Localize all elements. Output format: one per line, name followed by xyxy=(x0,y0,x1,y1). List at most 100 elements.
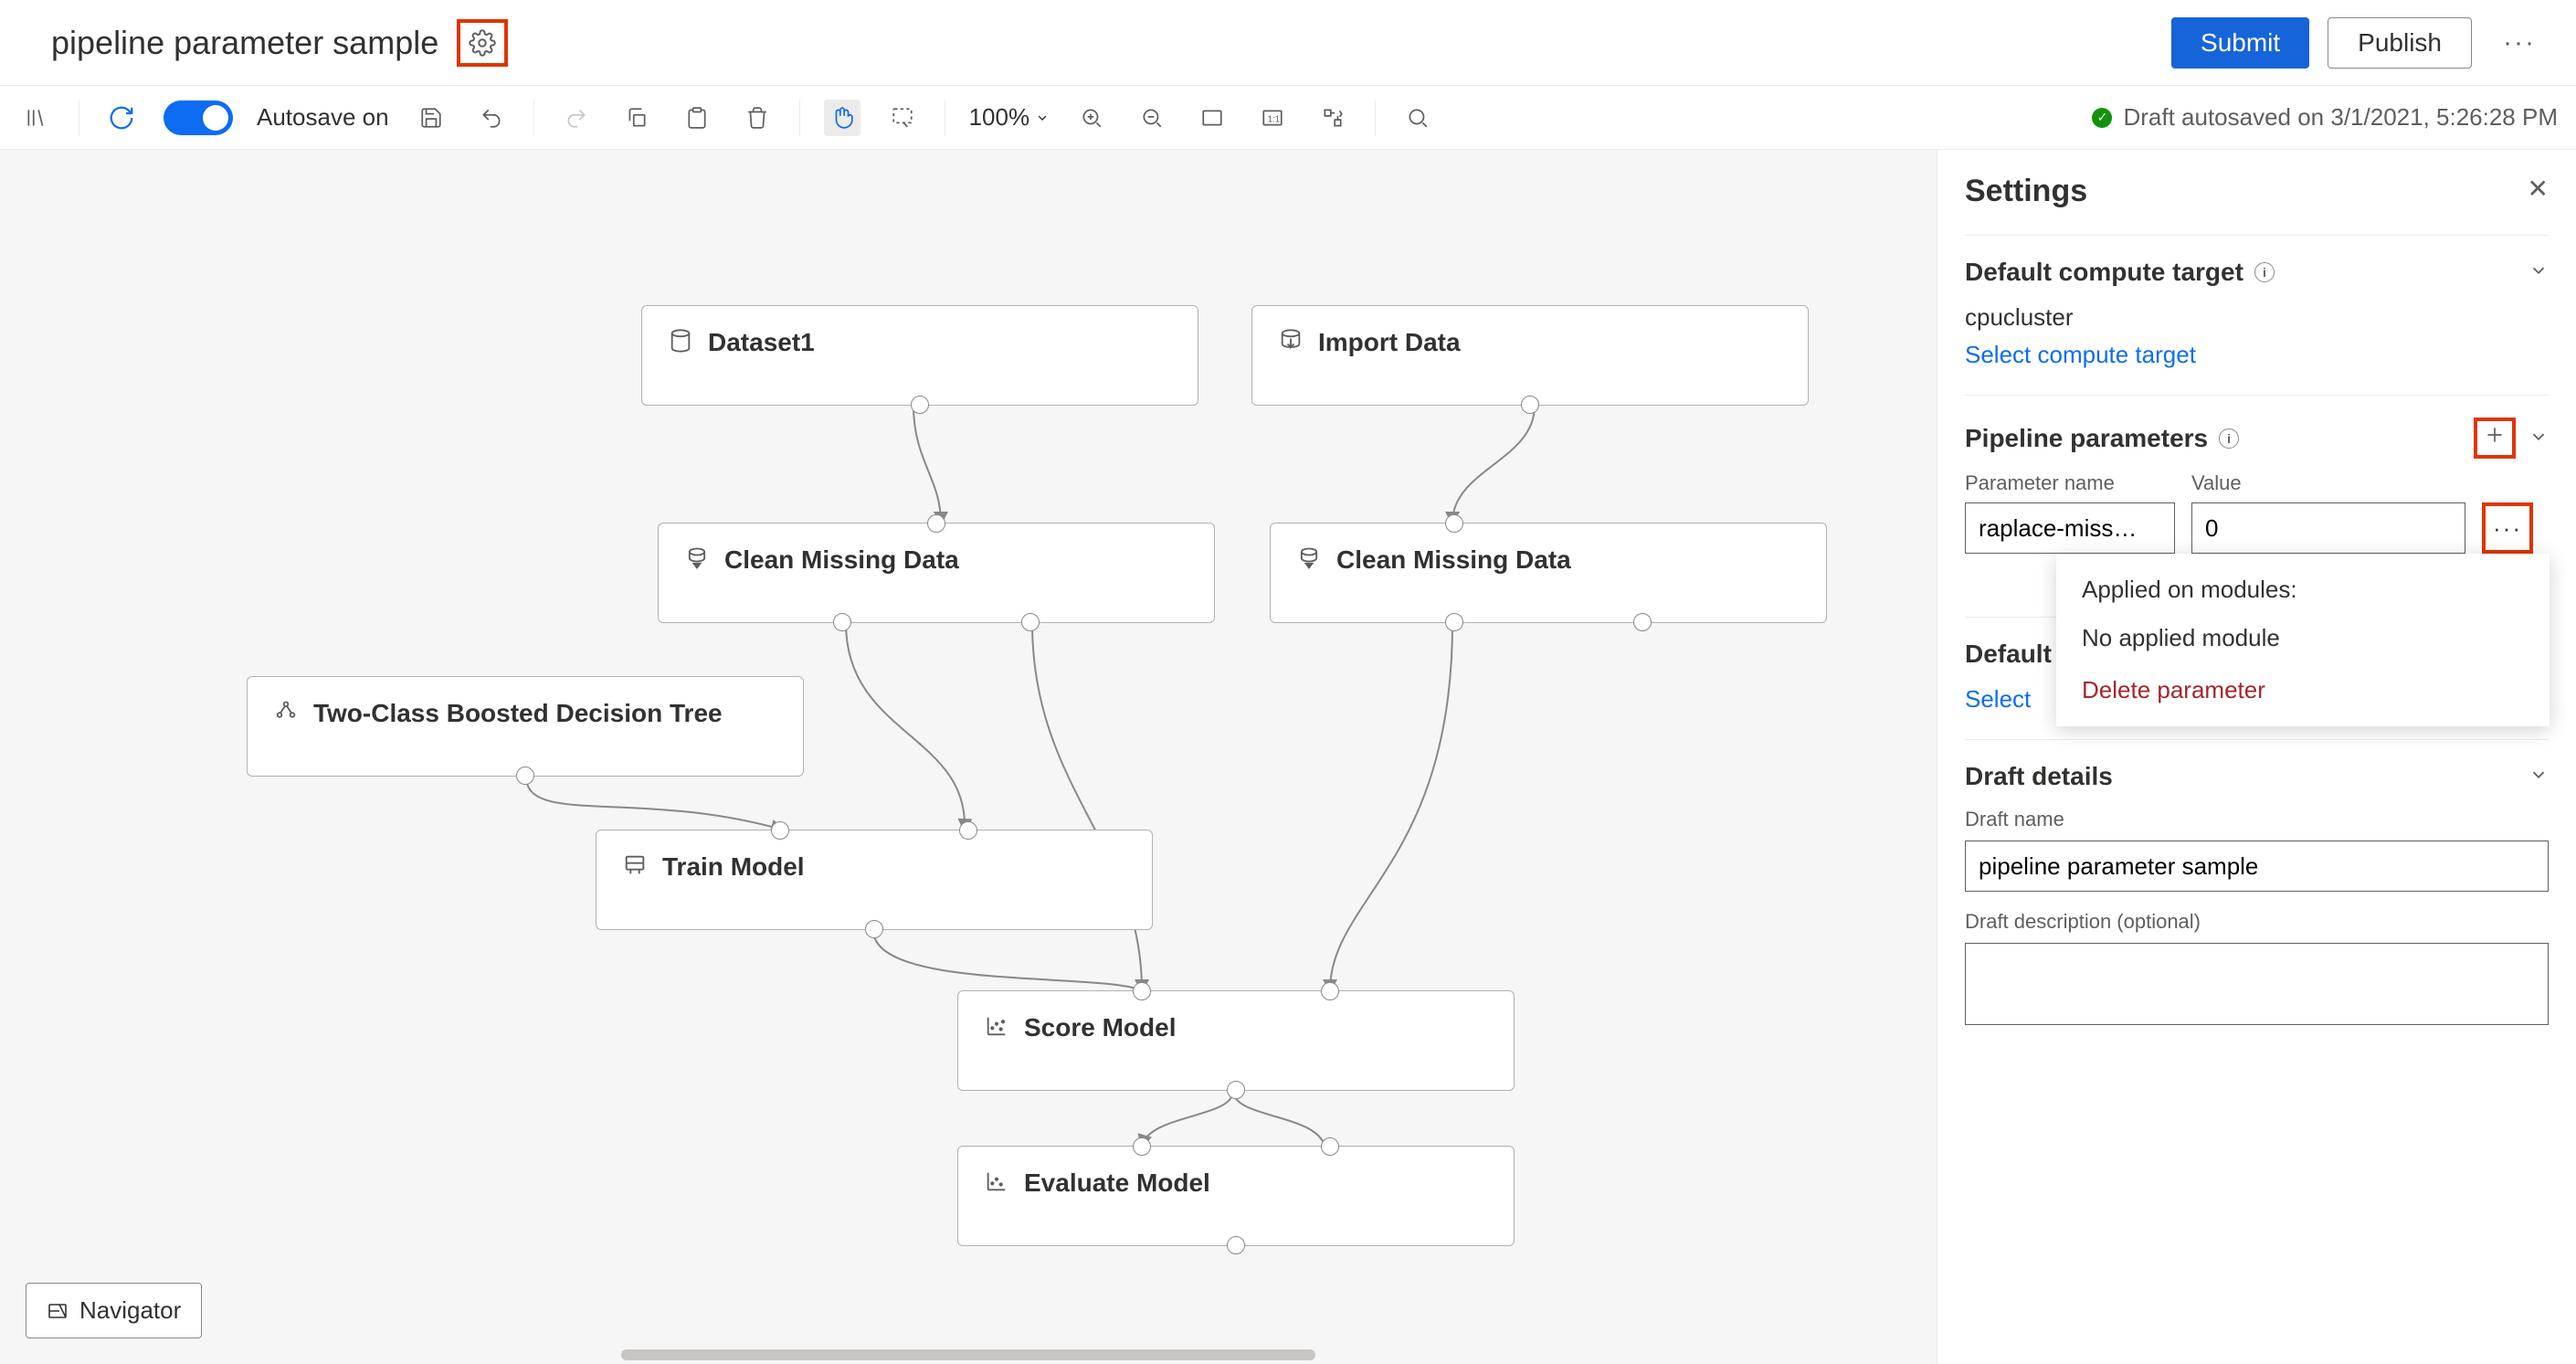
database-icon xyxy=(668,328,693,356)
search-icon[interactable] xyxy=(1399,100,1436,136)
compute-value: cpucluster xyxy=(1965,303,2549,332)
plus-icon[interactable] xyxy=(2483,423,2507,453)
node-dataset1[interactable]: Dataset1 xyxy=(641,305,1198,406)
section-title: Default xyxy=(1965,640,2052,669)
port-out[interactable] xyxy=(1521,396,1539,414)
port-out[interactable] xyxy=(911,396,929,414)
refresh-icon[interactable] xyxy=(103,100,140,136)
param-name-input[interactable] xyxy=(1965,502,2175,554)
fit-icon[interactable] xyxy=(1194,100,1230,136)
pipeline-canvas[interactable]: Dataset1 Import Data Clean Missing Data … xyxy=(0,150,1937,1364)
node-clean2[interactable]: Clean Missing Data xyxy=(1270,523,1827,623)
port-out[interactable] xyxy=(1021,613,1040,631)
import-icon xyxy=(1278,328,1304,356)
separator xyxy=(533,100,534,136)
zoom-value: 100% xyxy=(969,103,1030,132)
navigator-icon xyxy=(47,1300,69,1322)
select-compute-link[interactable]: Select compute target xyxy=(1965,341,2196,368)
port-out[interactable] xyxy=(1445,613,1463,631)
delete-icon[interactable] xyxy=(739,100,776,136)
section-title: Pipeline parameters xyxy=(1965,424,2208,453)
port-out[interactable] xyxy=(516,767,534,785)
zoom-in-icon[interactable] xyxy=(1073,100,1110,136)
delete-parameter[interactable]: Delete parameter xyxy=(2082,676,2524,704)
chevron-down-icon[interactable] xyxy=(2528,762,2549,791)
param-popover: Applied on modules: No applied module De… xyxy=(2056,554,2550,726)
section-head-compute[interactable]: Default compute target i xyxy=(1965,258,2549,287)
gear-icon[interactable] xyxy=(466,26,499,59)
zoom-level[interactable]: 100% xyxy=(969,103,1050,132)
node-label: Score Model xyxy=(1024,1013,1176,1042)
node-evaluate[interactable]: Evaluate Model xyxy=(957,1146,1515,1246)
close-icon[interactable]: ✕ xyxy=(2528,174,2549,204)
more-icon[interactable]: ··· xyxy=(2490,27,2549,58)
panel-title: Settings xyxy=(1965,174,2549,209)
pan-icon[interactable] xyxy=(824,100,860,136)
auto-layout-icon[interactable] xyxy=(1314,100,1351,136)
node-label: Import Data xyxy=(1318,328,1461,357)
paste-icon[interactable] xyxy=(679,100,715,136)
node-label: Dataset1 xyxy=(708,328,815,357)
node-import-data[interactable]: Import Data xyxy=(1251,305,1809,406)
navigator-button[interactable]: Navigator xyxy=(26,1283,202,1338)
port-out[interactable] xyxy=(1227,1081,1245,1099)
transform-icon xyxy=(684,545,710,574)
copy-icon[interactable] xyxy=(618,100,655,136)
actual-size-icon[interactable]: 1:1 xyxy=(1254,100,1291,136)
ellipsis-icon[interactable]: ··· xyxy=(2493,514,2522,543)
draft-name-input[interactable] xyxy=(1965,841,2549,892)
section-draft: Draft details Draft name Draft descripti… xyxy=(1965,739,2549,1031)
port-in[interactable] xyxy=(1133,1137,1151,1156)
port-in[interactable] xyxy=(1321,1137,1339,1156)
chevron-down-icon[interactable] xyxy=(2528,258,2549,287)
autosave-label: Autosave on xyxy=(257,103,389,132)
node-train[interactable]: Train Model xyxy=(596,830,1153,930)
chevron-down-icon[interactable] xyxy=(2528,424,2549,453)
redo-icon[interactable] xyxy=(558,100,595,136)
draft-name-label: Draft name xyxy=(1965,808,2549,831)
popover-applied-label: Applied on modules: xyxy=(2082,576,2524,604)
param-more-highlight: ··· xyxy=(2482,502,2533,554)
port-out[interactable] xyxy=(1633,613,1652,631)
select-link-2[interactable]: Select xyxy=(1965,685,2031,713)
section-head-params[interactable]: Pipeline parameters i xyxy=(1965,418,2549,459)
autosave-toggle[interactable] xyxy=(164,100,233,135)
port-out[interactable] xyxy=(1227,1236,1245,1254)
node-label: Train Model xyxy=(662,852,805,882)
transform-icon xyxy=(1296,545,1322,574)
node-clean1[interactable]: Clean Missing Data xyxy=(658,523,1215,623)
check-icon: ✓ xyxy=(2092,108,2112,128)
publish-button[interactable]: Publish xyxy=(2328,17,2472,69)
save-icon[interactable] xyxy=(413,100,449,136)
library-icon[interactable] xyxy=(18,100,55,136)
port-in[interactable] xyxy=(1321,982,1339,1000)
section-title: Draft details xyxy=(1965,762,2113,791)
port-in[interactable] xyxy=(771,821,789,840)
draft-desc-input[interactable] xyxy=(1965,943,2549,1025)
param-value-input[interactable] xyxy=(2191,502,2465,554)
port-in[interactable] xyxy=(927,514,945,533)
header-actions: Submit Publish ··· xyxy=(2171,17,2549,69)
settings-gear-highlight xyxy=(457,19,508,67)
port-in[interactable] xyxy=(1445,514,1463,533)
port-in[interactable] xyxy=(1133,982,1151,1000)
canvas-scrollbar[interactable] xyxy=(621,1349,1315,1360)
section-head-draft[interactable]: Draft details xyxy=(1965,762,2549,791)
node-bdt[interactable]: Two-Class Boosted Decision Tree xyxy=(247,676,804,777)
submit-button[interactable]: Submit xyxy=(2171,17,2309,69)
select-icon[interactable] xyxy=(884,100,921,136)
node-score[interactable]: Score Model xyxy=(957,990,1515,1091)
port-out[interactable] xyxy=(865,920,883,938)
info-icon[interactable]: i xyxy=(2254,262,2275,282)
pipeline-title: pipeline parameter sample xyxy=(51,24,438,62)
undo-icon[interactable] xyxy=(473,100,510,136)
port-in[interactable] xyxy=(959,821,977,840)
node-label: Two-Class Boosted Decision Tree xyxy=(313,699,723,728)
info-icon[interactable]: i xyxy=(2219,428,2239,449)
port-out[interactable] xyxy=(833,613,851,631)
zoom-out-icon[interactable] xyxy=(1134,100,1170,136)
add-param-highlight xyxy=(2474,418,2516,459)
section-title: Default compute target xyxy=(1965,258,2243,287)
autosave-status: ✓ Draft autosaved on 3/1/2021, 5:26:28 P… xyxy=(2092,103,2558,132)
settings-panel: Settings ✕ Default compute target i cpuc… xyxy=(1937,150,2576,1364)
